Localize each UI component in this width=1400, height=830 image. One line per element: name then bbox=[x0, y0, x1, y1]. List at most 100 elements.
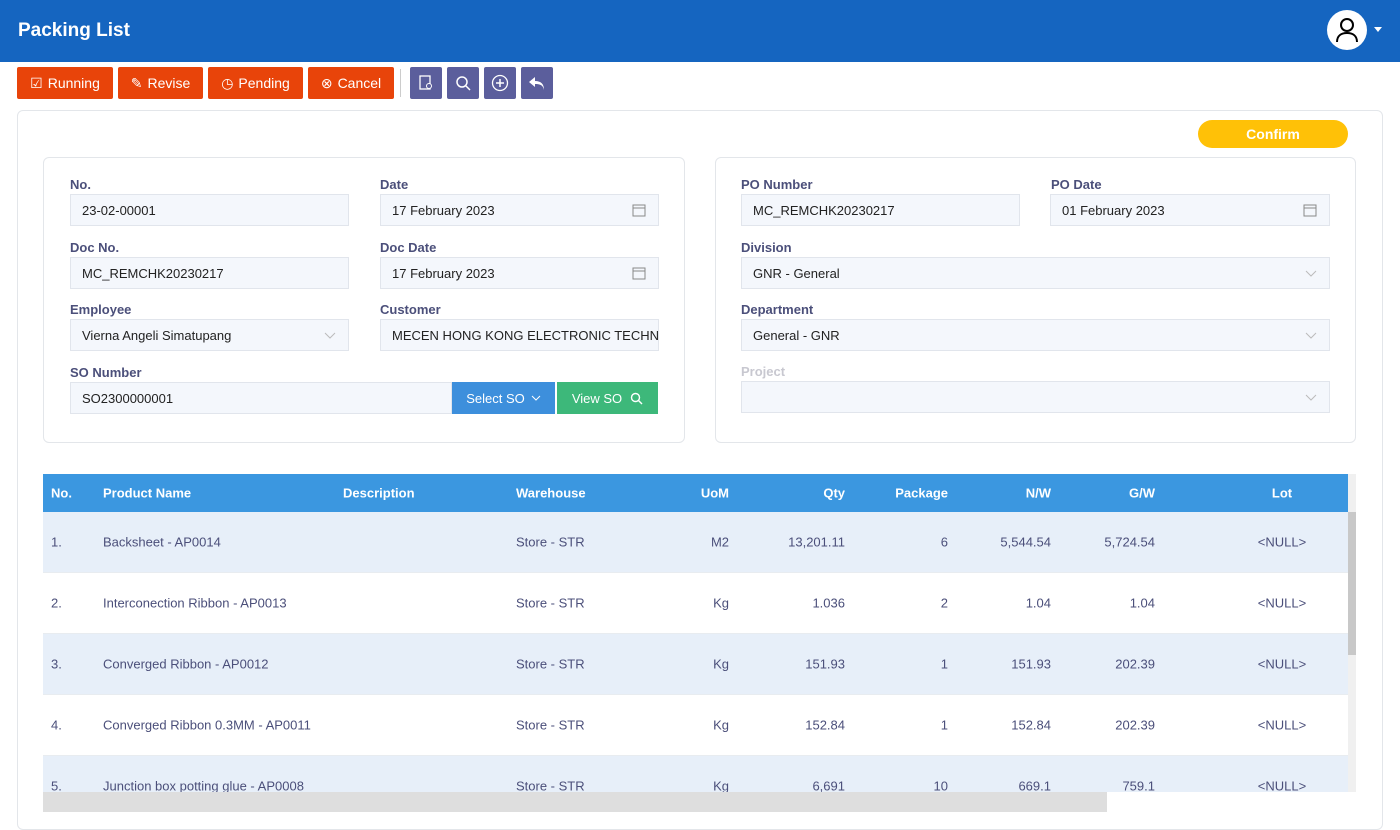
packing-items-table: No. Product Name Description Warehouse UoM Qt… bbox=[43, 474, 1348, 792]
search-icon bbox=[630, 392, 643, 404]
cell-warehouse: Store - STR bbox=[516, 534, 585, 550]
no-field[interactable]: 23-02-00001 bbox=[70, 194, 349, 226]
column-header-no[interactable]: No. bbox=[51, 486, 72, 501]
doc-date-field[interactable]: 17 February 2023 bbox=[380, 257, 659, 289]
department-select[interactable]: General - GNR bbox=[741, 319, 1330, 351]
cell-product-name: Interconection Ribbon - AP0013 bbox=[103, 595, 287, 611]
cell-no: 2. bbox=[51, 595, 62, 611]
doc-date-value: 17 February 2023 bbox=[392, 265, 495, 281]
calendar-icon[interactable] bbox=[632, 266, 646, 280]
pending-button[interactable]: ◷ Pending bbox=[208, 67, 303, 99]
po-date-label: PO Date bbox=[1051, 177, 1102, 192]
user-avatar[interactable] bbox=[1327, 10, 1367, 50]
cell-package: 6 bbox=[940, 534, 948, 550]
cell-nw: 5,544.54 bbox=[1000, 534, 1051, 550]
preview-button[interactable] bbox=[410, 67, 442, 99]
po-number-value: MC_REMCHK20230217 bbox=[753, 202, 895, 218]
revise-label: Revise bbox=[147, 75, 191, 91]
view-so-label: View SO bbox=[571, 390, 623, 406]
po-number-label: PO Number bbox=[741, 177, 813, 192]
cell-qty: 6,691 bbox=[812, 778, 845, 793]
table-row[interactable]: 4. Converged Ribbon 0.3MM - AP0011 Store -… bbox=[43, 695, 1348, 756]
employee-value: Vierna Angeli Simatupang bbox=[82, 327, 232, 343]
cell-package: 2 bbox=[940, 595, 948, 611]
revise-button[interactable]: ✎ Revise bbox=[118, 67, 203, 99]
chevron-down-icon bbox=[1305, 270, 1317, 277]
chevron-down-icon bbox=[531, 395, 541, 401]
doc-no-field[interactable]: MC_REMCHK20230217 bbox=[70, 257, 349, 289]
employee-select[interactable]: Vierna Angeli Simatupang bbox=[70, 319, 349, 351]
running-label: Running bbox=[47, 75, 100, 91]
customer-field[interactable]: MECEN HONG KONG ELECTRONIC TECHNOLOGY bbox=[380, 319, 659, 351]
select-so-label: Select SO bbox=[466, 390, 525, 406]
clock-icon: ◷ bbox=[221, 74, 234, 91]
running-button[interactable]: ☑ Running bbox=[17, 67, 113, 99]
division-select[interactable]: GNR - General bbox=[741, 257, 1330, 289]
search-button[interactable] bbox=[447, 67, 479, 99]
column-header-uom[interactable]: UoM bbox=[701, 486, 729, 501]
project-label: Project bbox=[741, 364, 786, 379]
table-row[interactable]: 1. Backsheet - AP0014 Store - STR M2 13,201.… bbox=[43, 512, 1348, 573]
back-button[interactable] bbox=[521, 67, 553, 99]
column-header-product-name[interactable]: Product Name bbox=[103, 486, 191, 501]
horizontal-scrollbar-thumb[interactable] bbox=[43, 792, 1107, 812]
cell-no: 3. bbox=[51, 656, 62, 672]
cell-uom: M2 bbox=[710, 534, 729, 550]
column-header-lot[interactable]: Lot bbox=[1272, 486, 1292, 501]
cell-lot: <NULL> bbox=[1257, 717, 1307, 733]
pending-label: Pending bbox=[238, 75, 290, 91]
check-circle-icon: ☑ bbox=[30, 74, 43, 91]
column-header-warehouse[interactable]: Warehouse bbox=[516, 486, 586, 501]
cell-lot: <NULL> bbox=[1257, 595, 1307, 611]
user-icon bbox=[1336, 18, 1358, 43]
view-so-button[interactable]: View SO bbox=[557, 382, 658, 414]
date-value: 17 February 2023 bbox=[392, 202, 495, 218]
chevron-down-icon[interactable] bbox=[1374, 27, 1382, 32]
cell-gw: 1.04 bbox=[1129, 595, 1155, 611]
so-number-label: SO Number bbox=[70, 365, 142, 380]
x-circle-icon: ⊗ bbox=[320, 74, 333, 91]
confirm-button[interactable]: Confirm bbox=[1198, 120, 1348, 148]
toolbar-divider bbox=[400, 69, 401, 97]
cell-no: 1. bbox=[51, 534, 62, 550]
cell-no: 4. bbox=[51, 717, 62, 733]
app-header bbox=[0, 0, 1400, 62]
cell-uom: Kg bbox=[713, 717, 729, 733]
so-number-field[interactable]: SO2300000001 bbox=[70, 382, 452, 414]
add-button[interactable] bbox=[484, 67, 516, 99]
table-row[interactable]: 3. Converged Ribbon - AP0012 Store - STR Kg… bbox=[43, 634, 1348, 695]
column-header-description[interactable]: Description bbox=[343, 486, 415, 501]
chevron-down-icon bbox=[1305, 332, 1317, 339]
plus-circle-icon bbox=[491, 74, 509, 92]
table-row[interactable]: 5. Junction box potting glue - AP0008 Stor… bbox=[43, 756, 1348, 792]
po-date-value: 01 February 2023 bbox=[1062, 202, 1165, 218]
cell-product-name: Backsheet - AP0014 bbox=[103, 534, 221, 550]
date-field[interactable]: 17 February 2023 bbox=[380, 194, 659, 226]
cell-warehouse: Store - STR bbox=[516, 595, 585, 611]
cell-package: 1 bbox=[940, 717, 948, 733]
cell-qty: 151.93 bbox=[805, 656, 845, 672]
po-number-field[interactable]: MC_REMCHK20230217 bbox=[741, 194, 1020, 226]
no-label: No. bbox=[70, 177, 91, 192]
po-date-field[interactable]: 01 February 2023 bbox=[1050, 194, 1330, 226]
page-title: Packing List bbox=[18, 20, 130, 41]
calendar-icon[interactable] bbox=[632, 203, 646, 217]
doc-no-value: MC_REMCHK20230217 bbox=[82, 265, 224, 281]
search-icon bbox=[456, 76, 471, 91]
cancel-button[interactable]: ⊗ Cancel bbox=[308, 67, 394, 99]
column-header-nw[interactable]: N/W bbox=[1026, 486, 1051, 501]
vertical-scrollbar-thumb[interactable] bbox=[1348, 512, 1356, 655]
project-select[interactable] bbox=[741, 381, 1330, 413]
column-header-gw[interactable]: G/W bbox=[1129, 486, 1155, 501]
calendar-icon[interactable] bbox=[1303, 203, 1317, 217]
customer-value: MECEN HONG KONG ELECTRONIC TECHNOLOGY bbox=[392, 327, 659, 343]
cancel-label: Cancel bbox=[337, 75, 382, 91]
column-header-qty[interactable]: Qty bbox=[823, 486, 845, 501]
cell-package: 10 bbox=[933, 778, 948, 793]
select-so-button[interactable]: Select SO bbox=[452, 382, 555, 414]
column-header-package[interactable]: Package bbox=[895, 486, 948, 501]
customer-label: Customer bbox=[380, 302, 441, 317]
table-row[interactable]: 2. Interconection Ribbon - AP0013 Store - … bbox=[43, 573, 1348, 634]
chevron-down-icon bbox=[1305, 394, 1317, 401]
no-value: 23-02-00001 bbox=[82, 202, 156, 218]
